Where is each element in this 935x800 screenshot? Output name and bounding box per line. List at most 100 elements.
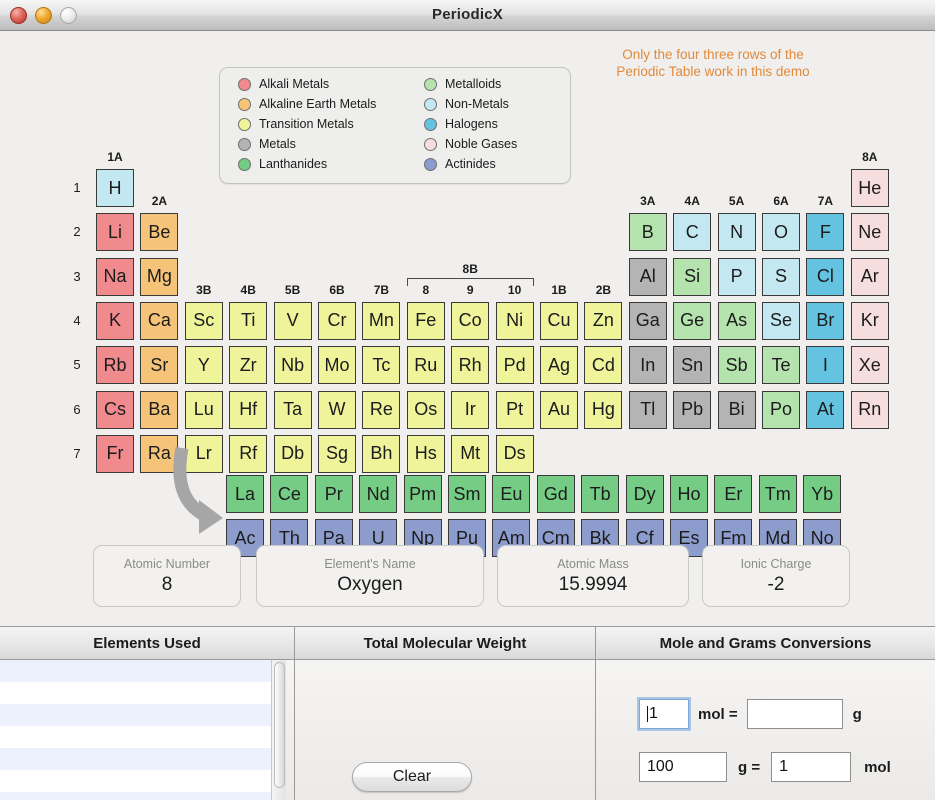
element-cell-Po[interactable]: Po	[762, 390, 800, 429]
element-cell-S[interactable]: S	[762, 257, 800, 296]
element-cell-Ce[interactable]: Ce	[270, 475, 309, 513]
element-cell-Tl[interactable]: Tl	[628, 390, 667, 429]
element-cell-K[interactable]: K	[96, 301, 134, 340]
element-cell-Sn[interactable]: Sn	[673, 346, 712, 385]
element-cell-Tm[interactable]: Tm	[758, 475, 797, 513]
element-cell-Se[interactable]: Se	[762, 301, 800, 340]
element-cell-Mn[interactable]: Mn	[362, 301, 401, 340]
element-cell-N[interactable]: N	[717, 213, 756, 252]
element-cell-Pm[interactable]: Pm	[403, 475, 442, 513]
element-cell-Zn[interactable]: Zn	[584, 301, 623, 340]
element-cell-Os[interactable]: Os	[406, 390, 445, 429]
element-cell-Rh[interactable]: Rh	[451, 346, 490, 385]
element-cell-Pb[interactable]: Pb	[673, 390, 712, 429]
element-cell-Lu[interactable]: Lu	[184, 390, 223, 429]
element-cell-Sc[interactable]: Sc	[184, 301, 223, 340]
element-cell-Pd[interactable]: Pd	[495, 346, 534, 385]
element-cell-W[interactable]: W	[318, 390, 356, 429]
element-cell-Si[interactable]: Si	[673, 257, 712, 296]
list-item[interactable]	[0, 726, 271, 748]
element-cell-Bi[interactable]: Bi	[717, 390, 756, 429]
scrollbar-thumb[interactable]	[274, 662, 285, 788]
list-item[interactable]	[0, 682, 271, 704]
element-cell-Tb[interactable]: Tb	[581, 475, 620, 513]
element-cell-F[interactable]: F	[806, 213, 845, 252]
element-cell-Ar[interactable]: Ar	[850, 257, 889, 296]
element-cell-V[interactable]: V	[273, 301, 312, 340]
element-cell-Fe[interactable]: Fe	[406, 301, 445, 340]
element-cell-Y[interactable]: Y	[184, 346, 223, 385]
element-cell-Br[interactable]: Br	[806, 301, 845, 340]
list-item[interactable]	[0, 770, 271, 792]
clear-button[interactable]: Clear	[352, 762, 472, 792]
list-item[interactable]	[0, 660, 271, 682]
element-cell-Nd[interactable]: Nd	[359, 475, 398, 513]
element-cell-Rn[interactable]: Rn	[850, 390, 889, 429]
element-cell-Co[interactable]: Co	[451, 301, 490, 340]
element-cell-Ti[interactable]: Ti	[229, 301, 268, 340]
element-cell-Ho[interactable]: Ho	[670, 475, 708, 513]
element-cell-Au[interactable]: Au	[540, 390, 578, 429]
element-cell-Ds[interactable]: Ds	[495, 434, 534, 473]
mol-input[interactable]: 1	[637, 697, 691, 731]
element-cell-Sb[interactable]: Sb	[717, 346, 756, 385]
element-cell-Mg[interactable]: Mg	[140, 257, 179, 296]
element-cell-Cl[interactable]: Cl	[806, 257, 845, 296]
element-cell-H[interactable]: H	[96, 169, 134, 207]
element-cell-B[interactable]: B	[628, 213, 667, 252]
element-cell-In[interactable]: In	[628, 346, 667, 385]
element-cell-Al[interactable]: Al	[628, 257, 667, 296]
element-cell-Mo[interactable]: Mo	[318, 346, 356, 385]
element-cell-Dy[interactable]: Dy	[625, 475, 664, 513]
element-cell-Mt[interactable]: Mt	[451, 434, 490, 473]
grams-result-field[interactable]	[746, 699, 843, 729]
element-cell-C[interactable]: C	[673, 213, 712, 252]
element-cell-Cr[interactable]: Cr	[318, 301, 356, 340]
element-cell-Re[interactable]: Re	[362, 390, 401, 429]
element-cell-He[interactable]: He	[850, 169, 889, 207]
element-cell-Eu[interactable]: Eu	[492, 475, 531, 513]
element-cell-Cu[interactable]: Cu	[540, 301, 578, 340]
element-cell-Na[interactable]: Na	[96, 257, 134, 296]
element-cell-Be[interactable]: Be	[140, 213, 179, 252]
element-cell-Fr[interactable]: Fr	[96, 434, 134, 473]
element-cell-Pr[interactable]: Pr	[314, 475, 353, 513]
list-item[interactable]	[0, 704, 271, 726]
element-cell-Te[interactable]: Te	[762, 346, 800, 385]
element-cell-Sg[interactable]: Sg	[318, 434, 356, 473]
element-cell-Sr[interactable]: Sr	[140, 346, 179, 385]
element-cell-P[interactable]: P	[717, 257, 756, 296]
element-cell-Cs[interactable]: Cs	[96, 390, 134, 429]
element-cell-Zr[interactable]: Zr	[229, 346, 268, 385]
mol-result-field[interactable]: 1	[771, 752, 852, 782]
element-cell-Ne[interactable]: Ne	[850, 213, 889, 252]
element-cell-Hf[interactable]: Hf	[229, 390, 268, 429]
elements-used-list[interactable]	[0, 660, 271, 800]
element-cell-Gd[interactable]: Gd	[536, 475, 575, 513]
element-cell-Ni[interactable]: Ni	[495, 301, 534, 340]
element-cell-Pt[interactable]: Pt	[495, 390, 534, 429]
element-cell-Ga[interactable]: Ga	[628, 301, 667, 340]
element-cell-Tc[interactable]: Tc	[362, 346, 401, 385]
element-cell-Hs[interactable]: Hs	[406, 434, 445, 473]
element-cell-Er[interactable]: Er	[714, 475, 753, 513]
element-cell-O[interactable]: O	[762, 213, 800, 252]
element-cell-Ag[interactable]: Ag	[540, 346, 578, 385]
element-cell-Kr[interactable]: Kr	[850, 301, 889, 340]
element-cell-Ba[interactable]: Ba	[140, 390, 179, 429]
element-cell-Ca[interactable]: Ca	[140, 301, 179, 340]
element-cell-I[interactable]: I	[806, 346, 845, 385]
elements-used-scrollbar[interactable]	[271, 660, 286, 800]
element-cell-Yb[interactable]: Yb	[803, 475, 842, 513]
list-item[interactable]	[0, 792, 271, 800]
element-cell-Hg[interactable]: Hg	[584, 390, 623, 429]
element-cell-Bh[interactable]: Bh	[362, 434, 401, 473]
element-cell-Xe[interactable]: Xe	[850, 346, 889, 385]
element-cell-Db[interactable]: Db	[273, 434, 312, 473]
element-cell-Rb[interactable]: Rb	[96, 346, 134, 385]
list-item[interactable]	[0, 748, 271, 770]
grams-input[interactable]: 100	[639, 752, 727, 782]
element-cell-Ru[interactable]: Ru	[406, 346, 445, 385]
element-cell-Nb[interactable]: Nb	[273, 346, 312, 385]
element-cell-Li[interactable]: Li	[96, 213, 134, 252]
